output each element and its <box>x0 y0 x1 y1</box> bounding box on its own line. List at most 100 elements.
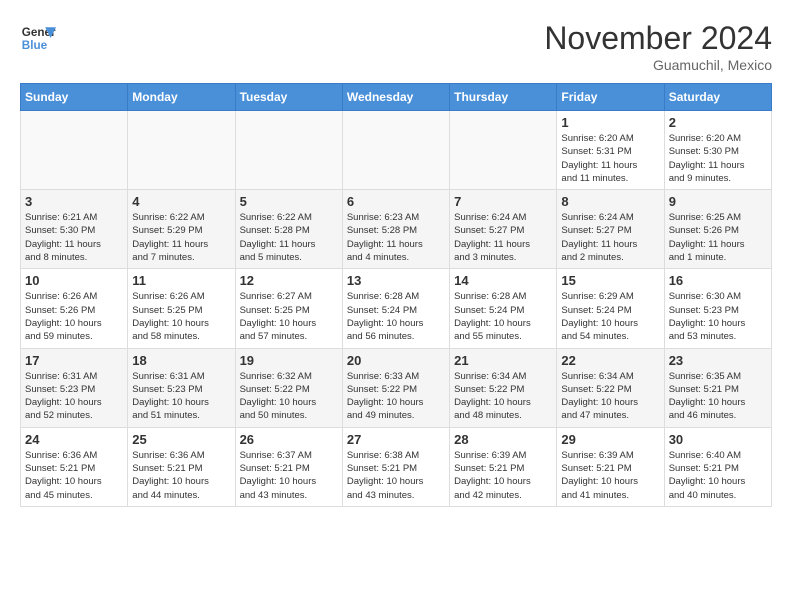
day-number: 12 <box>240 273 338 288</box>
calendar-day-cell: 10 Sunrise: 6:26 AM Sunset: 5:26 PM Dayli… <box>21 269 128 348</box>
calendar-day-cell: 1Sunrise: 6:20 AM Sunset: 5:31 PM Daylig… <box>557 111 664 190</box>
day-number: 8 <box>561 194 659 209</box>
day-info: Sunrise: 6:36 AM Sunset: 5:21 PM Dayligh… <box>25 449 123 502</box>
calendar-day-cell: 9 Sunrise: 6:25 AM Sunset: 5:26 PM Daylig… <box>664 190 771 269</box>
day-info: Sunrise: 6:24 AM Sunset: 5:27 PM Dayligh… <box>561 211 659 264</box>
calendar-day-cell: 28Sunrise: 6:39 AM Sunset: 5:21 PM Dayli… <box>450 427 557 506</box>
calendar-day-cell: 25 Sunrise: 6:36 AM Sunset: 5:21 PM Dayli… <box>128 427 235 506</box>
calendar-day-cell: 30 Sunrise: 6:40 AM Sunset: 5:21 PM Dayli… <box>664 427 771 506</box>
logo-icon: General Blue <box>20 20 56 56</box>
day-number: 19 <box>240 353 338 368</box>
day-info: Sunrise: 6:34 AM Sunset: 5:22 PM Dayligh… <box>561 370 659 423</box>
calendar-day-cell: 19 Sunrise: 6:32 AM Sunset: 5:22 PM Dayli… <box>235 348 342 427</box>
calendar-header-row: SundayMondayTuesdayWednesdayThursdayFrid… <box>21 84 772 111</box>
calendar-day-cell: 23Sunrise: 6:35 AM Sunset: 5:21 PM Dayli… <box>664 348 771 427</box>
day-info: Sunrise: 6:26 AM Sunset: 5:26 PM Dayligh… <box>25 290 123 343</box>
day-info: Sunrise: 6:25 AM Sunset: 5:26 PM Dayligh… <box>669 211 767 264</box>
day-info: Sunrise: 6:28 AM Sunset: 5:24 PM Dayligh… <box>454 290 552 343</box>
day-info: Sunrise: 6:38 AM Sunset: 5:21 PM Dayligh… <box>347 449 445 502</box>
day-number: 15 <box>561 273 659 288</box>
day-number: 21 <box>454 353 552 368</box>
day-info: Sunrise: 6:30 AM Sunset: 5:23 PM Dayligh… <box>669 290 767 343</box>
day-info: Sunrise: 6:29 AM Sunset: 5:24 PM Dayligh… <box>561 290 659 343</box>
calendar-day-cell: 7Sunrise: 6:24 AM Sunset: 5:27 PM Daylig… <box>450 190 557 269</box>
calendar-day-cell: 2 Sunrise: 6:20 AM Sunset: 5:30 PM Daylig… <box>664 111 771 190</box>
calendar-day-cell: 14Sunrise: 6:28 AM Sunset: 5:24 PM Dayli… <box>450 269 557 348</box>
title-block: November 2024 Guamuchil, Mexico <box>544 20 772 73</box>
weekday-header: Tuesday <box>235 84 342 111</box>
page-header: General Blue November 2024 Guamuchil, Me… <box>20 20 772 73</box>
day-info: Sunrise: 6:36 AM Sunset: 5:21 PM Dayligh… <box>132 449 230 502</box>
day-info: Sunrise: 6:37 AM Sunset: 5:21 PM Dayligh… <box>240 449 338 502</box>
calendar-day-cell <box>235 111 342 190</box>
calendar-day-cell <box>342 111 449 190</box>
calendar-day-cell <box>21 111 128 190</box>
day-info: Sunrise: 6:27 AM Sunset: 5:25 PM Dayligh… <box>240 290 338 343</box>
calendar-week-row: 10 Sunrise: 6:26 AM Sunset: 5:26 PM Dayli… <box>21 269 772 348</box>
calendar-day-cell: 6 Sunrise: 6:23 AM Sunset: 5:28 PM Daylig… <box>342 190 449 269</box>
calendar-day-cell: 27 Sunrise: 6:38 AM Sunset: 5:21 PM Dayli… <box>342 427 449 506</box>
day-number: 2 <box>669 115 767 130</box>
day-number: 25 <box>132 432 230 447</box>
calendar-table: SundayMondayTuesdayWednesdayThursdayFrid… <box>20 83 772 507</box>
svg-text:Blue: Blue <box>22 39 48 52</box>
day-number: 6 <box>347 194 445 209</box>
day-info: Sunrise: 6:20 AM Sunset: 5:31 PM Dayligh… <box>561 132 659 185</box>
day-number: 29 <box>561 432 659 447</box>
weekday-header: Wednesday <box>342 84 449 111</box>
calendar-day-cell: 8 Sunrise: 6:24 AM Sunset: 5:27 PM Daylig… <box>557 190 664 269</box>
weekday-header: Sunday <box>21 84 128 111</box>
day-number: 9 <box>669 194 767 209</box>
day-number: 5 <box>240 194 338 209</box>
day-number: 7 <box>454 194 552 209</box>
calendar-day-cell: 18 Sunrise: 6:31 AM Sunset: 5:23 PM Dayli… <box>128 348 235 427</box>
day-number: 26 <box>240 432 338 447</box>
calendar-day-cell: 22 Sunrise: 6:34 AM Sunset: 5:22 PM Dayli… <box>557 348 664 427</box>
day-number: 3 <box>25 194 123 209</box>
calendar-day-cell <box>450 111 557 190</box>
day-number: 20 <box>347 353 445 368</box>
weekday-header: Monday <box>128 84 235 111</box>
day-number: 16 <box>669 273 767 288</box>
weekday-header: Thursday <box>450 84 557 111</box>
month-title: November 2024 <box>544 20 772 57</box>
day-number: 18 <box>132 353 230 368</box>
calendar-week-row: 1Sunrise: 6:20 AM Sunset: 5:31 PM Daylig… <box>21 111 772 190</box>
day-info: Sunrise: 6:40 AM Sunset: 5:21 PM Dayligh… <box>669 449 767 502</box>
day-info: Sunrise: 6:31 AM Sunset: 5:23 PM Dayligh… <box>132 370 230 423</box>
calendar-day-cell: 12 Sunrise: 6:27 AM Sunset: 5:25 PM Dayli… <box>235 269 342 348</box>
weekday-header: Friday <box>557 84 664 111</box>
day-number: 4 <box>132 194 230 209</box>
day-number: 10 <box>25 273 123 288</box>
day-info: Sunrise: 6:32 AM Sunset: 5:22 PM Dayligh… <box>240 370 338 423</box>
calendar-week-row: 3 Sunrise: 6:21 AM Sunset: 5:30 PM Daylig… <box>21 190 772 269</box>
calendar-day-cell: 24 Sunrise: 6:36 AM Sunset: 5:21 PM Dayli… <box>21 427 128 506</box>
day-info: Sunrise: 6:20 AM Sunset: 5:30 PM Dayligh… <box>669 132 767 185</box>
calendar-day-cell: 29 Sunrise: 6:39 AM Sunset: 5:21 PM Dayli… <box>557 427 664 506</box>
day-number: 24 <box>25 432 123 447</box>
day-number: 22 <box>561 353 659 368</box>
day-info: Sunrise: 6:26 AM Sunset: 5:25 PM Dayligh… <box>132 290 230 343</box>
calendar-day-cell: 4Sunrise: 6:22 AM Sunset: 5:29 PM Daylig… <box>128 190 235 269</box>
day-info: Sunrise: 6:33 AM Sunset: 5:22 PM Dayligh… <box>347 370 445 423</box>
calendar-day-cell: 16 Sunrise: 6:30 AM Sunset: 5:23 PM Dayli… <box>664 269 771 348</box>
day-info: Sunrise: 6:34 AM Sunset: 5:22 PM Dayligh… <box>454 370 552 423</box>
day-number: 27 <box>347 432 445 447</box>
calendar-day-cell: 11Sunrise: 6:26 AM Sunset: 5:25 PM Dayli… <box>128 269 235 348</box>
calendar-day-cell <box>128 111 235 190</box>
calendar-day-cell: 15 Sunrise: 6:29 AM Sunset: 5:24 PM Dayli… <box>557 269 664 348</box>
calendar-day-cell: 13Sunrise: 6:28 AM Sunset: 5:24 PM Dayli… <box>342 269 449 348</box>
calendar-week-row: 17Sunrise: 6:31 AM Sunset: 5:23 PM Dayli… <box>21 348 772 427</box>
day-info: Sunrise: 6:23 AM Sunset: 5:28 PM Dayligh… <box>347 211 445 264</box>
calendar-day-cell: 20 Sunrise: 6:33 AM Sunset: 5:22 PM Dayli… <box>342 348 449 427</box>
day-info: Sunrise: 6:21 AM Sunset: 5:30 PM Dayligh… <box>25 211 123 264</box>
logo: General Blue <box>20 20 56 56</box>
calendar-week-row: 24 Sunrise: 6:36 AM Sunset: 5:21 PM Dayli… <box>21 427 772 506</box>
day-info: Sunrise: 6:39 AM Sunset: 5:21 PM Dayligh… <box>561 449 659 502</box>
day-info: Sunrise: 6:28 AM Sunset: 5:24 PM Dayligh… <box>347 290 445 343</box>
day-number: 30 <box>669 432 767 447</box>
location: Guamuchil, Mexico <box>544 57 772 73</box>
day-info: Sunrise: 6:35 AM Sunset: 5:21 PM Dayligh… <box>669 370 767 423</box>
day-info: Sunrise: 6:39 AM Sunset: 5:21 PM Dayligh… <box>454 449 552 502</box>
weekday-header: Saturday <box>664 84 771 111</box>
